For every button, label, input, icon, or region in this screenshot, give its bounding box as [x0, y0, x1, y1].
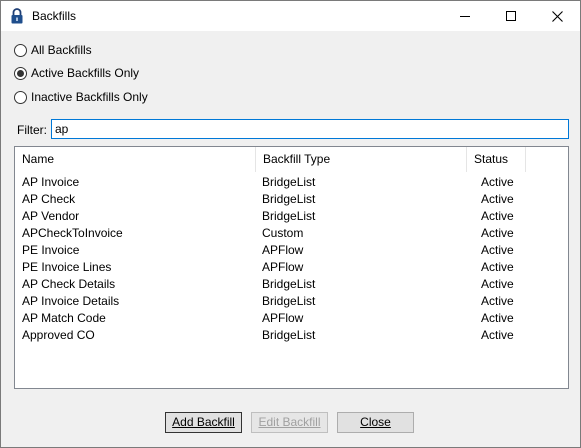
lock-icon — [11, 8, 23, 24]
edit-backfill-label: Edit Backfill — [258, 415, 321, 429]
cell-backfill-type: BridgeList — [262, 328, 316, 342]
cell-name: AP Invoice — [22, 175, 80, 189]
minimize-button[interactable] — [442, 1, 488, 31]
cell-name: PE Invoice — [22, 243, 80, 257]
table-row[interactable]: APCheckToInvoice Custom Active — [15, 225, 568, 242]
cell-backfill-type: BridgeList — [262, 192, 316, 206]
column-header-backfill-type[interactable]: Backfill Type — [256, 147, 467, 172]
cell-backfill-type: BridgeList — [262, 175, 316, 189]
radio-inactive-backfills[interactable]: Inactive Backfills Only — [14, 89, 148, 105]
maximize-icon — [506, 11, 516, 21]
cell-name: AP Invoice Details — [22, 294, 120, 308]
maximize-button[interactable] — [488, 1, 534, 31]
radio-button[interactable] — [14, 43, 27, 57]
table-row[interactable]: AP Check BridgeList Active — [15, 191, 568, 208]
filter-label: Filter: — [17, 123, 47, 137]
add-backfill-label: Add Backfill — [172, 415, 235, 429]
cell-backfill-type: BridgeList — [262, 277, 316, 291]
close-window-button[interactable] — [534, 1, 580, 31]
table-row[interactable]: Approved CO BridgeList Active — [15, 327, 568, 344]
radio-active-backfills[interactable]: Active Backfills Only — [14, 65, 139, 81]
table-row[interactable]: AP Invoice BridgeList Active — [15, 174, 568, 191]
cell-backfill-type: BridgeList — [262, 209, 316, 223]
close-button[interactable]: Close — [337, 412, 414, 433]
radio-label: All Backfills — [31, 43, 92, 57]
table-row[interactable]: AP Match Code APFlow Active — [15, 310, 568, 327]
cell-name: PE Invoice Lines — [22, 260, 112, 274]
table-row[interactable]: AP Vendor BridgeList Active — [15, 208, 568, 225]
cell-name: Approved CO — [22, 328, 95, 342]
cell-status: Active — [481, 328, 514, 342]
cell-status: Active — [481, 294, 514, 308]
table-row[interactable]: PE Invoice Lines APFlow Active — [15, 259, 568, 276]
table-row[interactable]: PE Invoice APFlow Active — [15, 242, 568, 259]
radio-all-backfills[interactable]: All Backfills — [14, 42, 92, 58]
close-icon — [551, 10, 563, 22]
edit-backfill-button[interactable]: Edit Backfill — [251, 412, 328, 433]
minimize-icon — [460, 16, 470, 17]
cell-status: Active — [481, 192, 514, 206]
cell-status: Active — [481, 243, 514, 257]
cell-backfill-type: BridgeList — [262, 294, 316, 308]
cell-name: AP Check Details — [22, 277, 116, 291]
filter-input[interactable] — [51, 119, 569, 139]
title-bar[interactable]: Backfills — [1, 1, 580, 31]
column-header-name[interactable]: Name — [15, 147, 256, 172]
backfills-list[interactable]: Name Backfill Type Status AP Invoice Brid… — [14, 146, 569, 389]
cell-name: AP Vendor — [22, 209, 80, 223]
radio-button-selected[interactable] — [14, 66, 27, 80]
cell-backfill-type: Custom — [262, 226, 304, 240]
list-header: Name Backfill Type Status — [15, 147, 568, 172]
cell-name: APCheckToInvoice — [22, 226, 123, 240]
cell-status: Active — [481, 175, 514, 189]
cell-name: AP Match Code — [22, 311, 106, 325]
radio-button[interactable] — [14, 90, 27, 104]
cell-status: Active — [481, 277, 514, 291]
cell-name: AP Check — [22, 192, 76, 206]
add-backfill-button[interactable]: Add Backfill — [165, 412, 242, 433]
cell-backfill-type: APFlow — [262, 311, 304, 325]
cell-status: Active — [481, 226, 514, 240]
cell-backfill-type: APFlow — [262, 243, 304, 257]
table-row[interactable]: AP Check Details BridgeList Active — [15, 276, 568, 293]
radio-label: Active Backfills Only — [31, 66, 140, 80]
cell-status: Active — [481, 260, 514, 274]
cell-status: Active — [481, 209, 514, 223]
column-header-status[interactable]: Status — [467, 147, 526, 172]
radio-label: Inactive Backfills Only — [31, 90, 148, 104]
window-title: Backfills — [32, 9, 77, 23]
cell-backfill-type: APFlow — [262, 260, 304, 274]
cell-status: Active — [481, 311, 514, 325]
backfills-window: Backfills All Backfills Active Backfills… — [0, 0, 581, 448]
table-row[interactable]: AP Invoice Details BridgeList Active — [15, 293, 568, 310]
close-label: Close — [360, 415, 391, 429]
